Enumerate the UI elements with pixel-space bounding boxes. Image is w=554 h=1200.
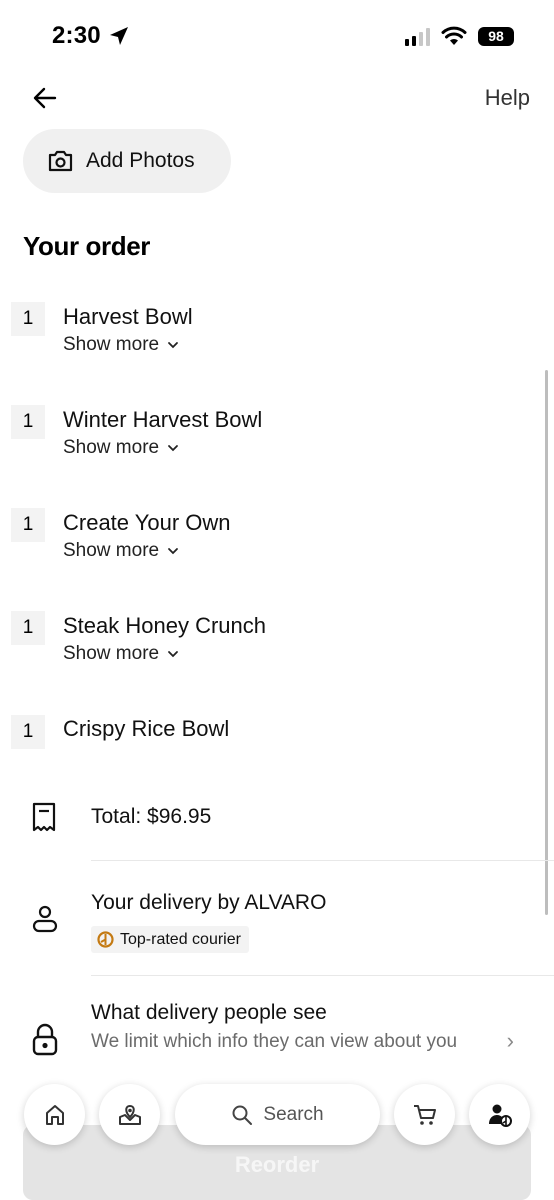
divider <box>91 975 554 976</box>
show-more-label: Show more <box>63 437 160 458</box>
chevron-down-icon <box>168 548 179 555</box>
chevron-right-icon: › <box>506 1028 514 1053</box>
scrollbar[interactable] <box>545 370 548 915</box>
person-icon <box>32 905 58 933</box>
back-button[interactable] <box>30 83 60 113</box>
item-name: Crispy Rice Bowl <box>63 716 230 741</box>
chevron-down-icon <box>168 445 179 452</box>
item-quantity: 1 <box>11 302 45 336</box>
privacy-title: What delivery people see <box>91 1001 327 1024</box>
status-bar: 2:30 98 <box>0 0 554 70</box>
nav-map-button[interactable] <box>99 1084 160 1145</box>
add-photos-button[interactable]: Add Photos <box>23 129 231 193</box>
receipt-icon <box>32 802 56 832</box>
item-name: Create Your Own <box>63 510 231 535</box>
show-more-toggle[interactable]: Show more <box>63 437 179 459</box>
show-more-toggle[interactable]: Show more <box>63 540 179 562</box>
nav-account-button[interactable] <box>469 1084 530 1145</box>
delivery-label: Your delivery by ALVARO <box>91 891 327 914</box>
item-quantity: 1 <box>11 715 45 749</box>
nav-home-button[interactable] <box>24 1084 85 1145</box>
show-more-toggle[interactable]: Show more <box>63 334 179 356</box>
chevron-down-icon <box>168 651 179 658</box>
nav-search-button[interactable]: Search <box>175 1084 380 1145</box>
search-label: Search <box>263 1103 324 1125</box>
location-arrow-icon <box>110 27 128 45</box>
map-pin-icon <box>118 1104 141 1125</box>
cart-icon <box>413 1104 436 1125</box>
show-more-label: Show more <box>63 334 160 355</box>
battery-indicator: 98 <box>478 27 514 46</box>
item-name: Steak Honey Crunch <box>63 613 266 638</box>
order-section-title: Your order <box>23 231 150 261</box>
total-label: Total: $96.95 <box>91 805 212 828</box>
account-icon <box>488 1104 512 1127</box>
privacy-subtitle: We limit which info they can view about … <box>91 1031 458 1052</box>
item-name: Winter Harvest Bowl <box>63 407 263 432</box>
badge-label: Top-rated courier <box>120 930 241 948</box>
item-name: Harvest Bowl <box>63 304 193 329</box>
nav-cart-button[interactable] <box>394 1084 455 1145</box>
camera-icon <box>48 150 73 172</box>
home-icon <box>45 1104 64 1125</box>
help-link[interactable]: Help <box>485 85 530 111</box>
show-more-label: Show more <box>63 643 160 664</box>
arrow-left-icon <box>33 87 57 109</box>
search-icon <box>232 1105 253 1125</box>
status-time: 2:30 <box>52 22 101 49</box>
item-quantity: 1 <box>11 405 45 439</box>
show-more-toggle[interactable]: Show more <box>63 643 179 665</box>
item-quantity: 1 <box>11 508 45 542</box>
lock-icon <box>32 1023 58 1056</box>
item-quantity: 1 <box>11 611 45 645</box>
top-rated-icon <box>97 931 114 948</box>
add-photos-label: Add Photos <box>86 149 195 172</box>
wifi-icon <box>441 26 467 45</box>
divider <box>91 860 554 861</box>
chevron-down-icon <box>168 342 179 349</box>
top-rated-badge: Top-rated courier <box>91 926 249 953</box>
show-more-label: Show more <box>63 540 160 561</box>
signal-icon <box>405 28 430 46</box>
